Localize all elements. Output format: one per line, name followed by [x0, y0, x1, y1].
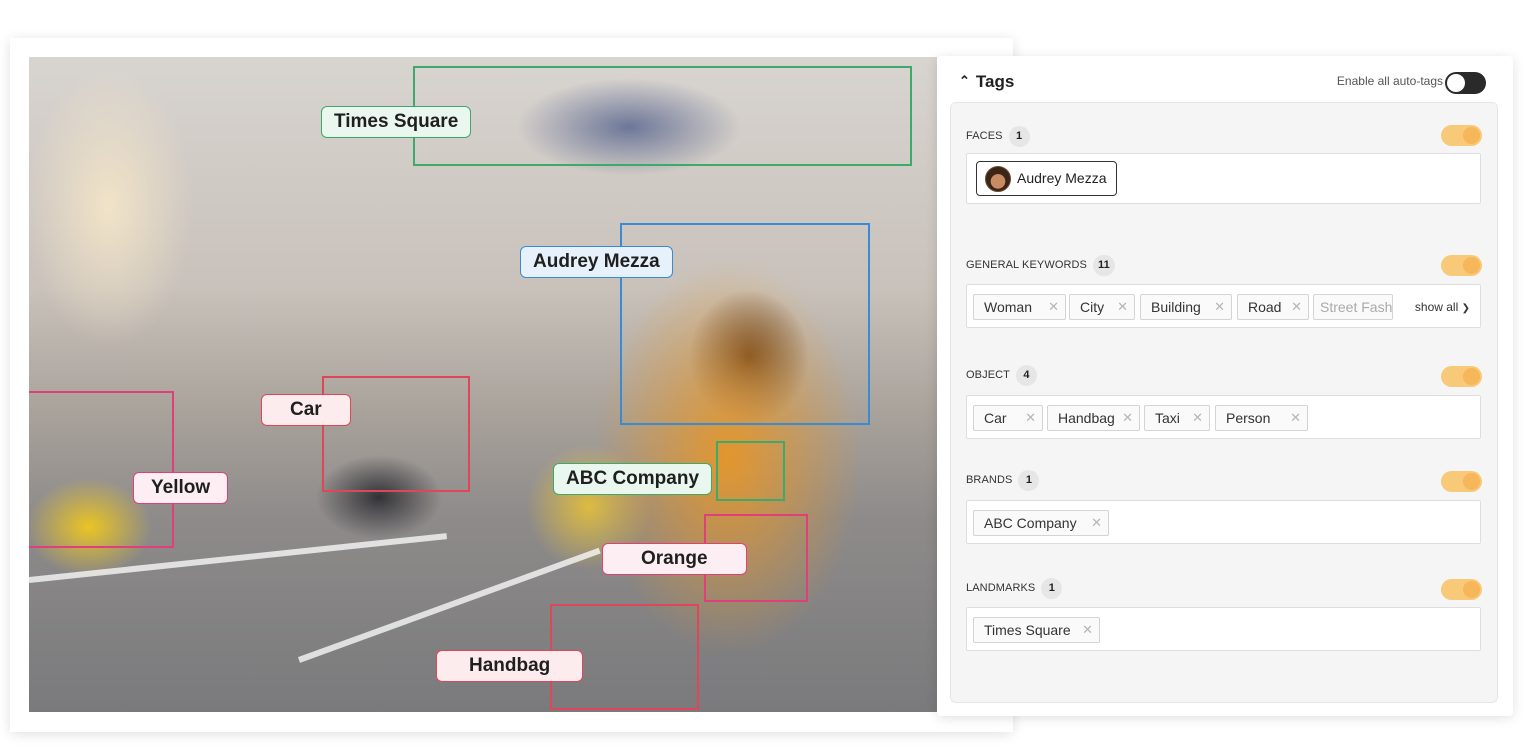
object-chip[interactable]: Person ✕ — [1215, 405, 1308, 431]
object-section-title: OBJECT 4 — [966, 365, 1037, 386]
panel-title-text: Tags — [975, 72, 1015, 91]
brand-chip-label: ABC Company — [984, 515, 1077, 531]
general-keywords-count-badge: 11 — [1093, 255, 1115, 276]
car-label[interactable]: Car — [261, 394, 351, 426]
faces-tag-box[interactable]: Audrey Mezza — [966, 153, 1481, 204]
faces-count-badge: 1 — [1008, 126, 1030, 147]
remove-icon[interactable]: ✕ — [1091, 511, 1102, 535]
brands-tag-box[interactable]: ABC Company ✕ — [966, 500, 1481, 544]
object-chip-label: Car — [984, 410, 1007, 426]
faces-toggle[interactable] — [1441, 125, 1482, 146]
landmarks-toggle[interactable] — [1441, 579, 1482, 600]
keyword-chip[interactable]: Building ✕ — [1140, 294, 1232, 320]
yellow-label[interactable]: Yellow — [133, 472, 229, 504]
abc-company-box[interactable] — [716, 441, 785, 501]
show-all-button[interactable]: show all ❯ — [1415, 300, 1470, 314]
landmarks-count-badge: 1 — [1041, 578, 1063, 599]
remove-icon[interactable]: ✕ — [1192, 406, 1203, 430]
general-keywords-toggle[interactable] — [1441, 255, 1482, 276]
landmark-chip-label: Times Square — [984, 622, 1071, 638]
brands-title: BRANDS — [966, 474, 1013, 486]
remove-icon[interactable]: ✕ — [1291, 295, 1302, 319]
keyword-chip-label: Woman — [984, 299, 1032, 315]
orange-label[interactable]: Orange — [602, 543, 747, 575]
show-all-label: show all — [1414, 300, 1459, 314]
brands-count-badge: 1 — [1018, 470, 1040, 491]
brand-chip[interactable]: ABC Company ✕ — [973, 510, 1109, 536]
chevron-up-icon[interactable]: ⌃ — [959, 73, 970, 89]
brands-toggle[interactable] — [1441, 471, 1482, 492]
chevron-down-icon: ❯ — [1461, 303, 1470, 314]
tagged-photo[interactable]: Times Square Audrey Mezza Car Yellow ABC… — [29, 57, 937, 712]
landmarks-title: LANDMARKS — [966, 582, 1036, 594]
keyword-chip-label: City — [1080, 299, 1105, 315]
faces-title: FACES — [966, 130, 1003, 142]
landmarks-tag-box[interactable]: Times Square ✕ — [966, 607, 1481, 651]
general-keywords-tag-box[interactable]: Woman ✕ City ✕ Building ✕ Road ✕ Street Fash… — [966, 284, 1481, 328]
object-tag-box[interactable]: Car ✕ Handbag ✕ Taxi ✕ Person ✕ — [966, 395, 1481, 439]
landmark-chip[interactable]: Times Square ✕ — [973, 617, 1100, 643]
times-square-box[interactable] — [413, 66, 912, 166]
keyword-chip[interactable]: City ✕ — [1069, 294, 1135, 320]
faces-section-title: FACES 1 — [966, 126, 1030, 147]
keyword-chip[interactable]: Woman ✕ — [973, 294, 1066, 320]
remove-icon[interactable]: ✕ — [1290, 406, 1301, 430]
face-chip-label: Audrey Mezza — [1017, 170, 1107, 186]
brands-section-title: BRANDS 1 — [966, 470, 1040, 491]
general-keywords-title: GENERAL KEYWORDS — [966, 259, 1087, 271]
abc-company-label[interactable]: ABC Company — [553, 463, 713, 495]
remove-icon[interactable]: ✕ — [1117, 295, 1128, 319]
remove-icon[interactable]: ✕ — [1025, 406, 1036, 430]
tags-panel-body: FACES 1 Audrey Mezza GENERAL KEYWORDS 11 W… — [950, 102, 1498, 703]
remove-icon[interactable]: ✕ — [1082, 618, 1093, 642]
object-chip[interactable]: Car ✕ — [973, 405, 1043, 431]
object-chip[interactable]: Taxi ✕ — [1144, 405, 1210, 431]
keyword-chip[interactable]: Street Fash — [1313, 294, 1393, 320]
panel-title[interactable]: ⌃ Tags — [959, 72, 1014, 92]
keyword-chip-label: Street Fash — [1320, 299, 1393, 315]
panel-header: ⌃ Tags Enable all auto-tags — [937, 56, 1513, 104]
handbag-label[interactable]: Handbag — [436, 650, 584, 682]
face-chip[interactable]: Audrey Mezza — [976, 161, 1118, 196]
object-chip-label: Taxi — [1155, 410, 1180, 426]
object-chip-label: Person — [1226, 410, 1271, 426]
times-square-label[interactable]: Times Square — [321, 106, 472, 138]
remove-icon[interactable]: ✕ — [1122, 406, 1133, 430]
object-chip-label: Handbag — [1058, 410, 1115, 426]
tags-panel: ⌃ Tags Enable all auto-tags FACES 1 Audrey… — [937, 56, 1513, 716]
enable-auto-tags-toggle[interactable] — [1445, 72, 1486, 94]
remove-icon[interactable]: ✕ — [1048, 295, 1059, 319]
avatar — [985, 166, 1011, 192]
enable-auto-tags-label: Enable all auto-tags — [1336, 74, 1443, 88]
object-count-badge: 4 — [1016, 365, 1037, 386]
audrey-mezza-label[interactable]: Audrey Mezza — [520, 246, 673, 278]
keyword-chip-label: Building — [1151, 299, 1201, 315]
general-keywords-section-title: GENERAL KEYWORDS 11 — [966, 255, 1115, 276]
remove-icon[interactable]: ✕ — [1214, 295, 1225, 319]
keyword-chip[interactable]: Road ✕ — [1237, 294, 1309, 320]
object-toggle[interactable] — [1441, 366, 1482, 387]
object-chip[interactable]: Handbag ✕ — [1047, 405, 1140, 431]
yellow-box[interactable] — [29, 391, 174, 548]
landmarks-section-title: LANDMARKS 1 — [966, 578, 1063, 599]
object-title: OBJECT — [966, 369, 1010, 381]
keyword-chip-label: Road — [1248, 299, 1282, 315]
